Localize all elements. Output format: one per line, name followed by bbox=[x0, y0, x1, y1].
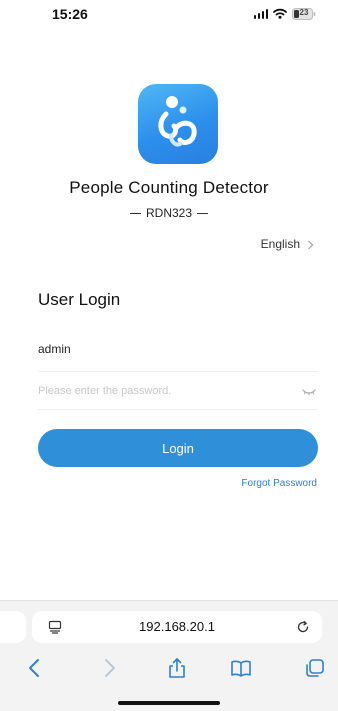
url-text: 192.168.20.1 bbox=[139, 619, 215, 634]
battery-level: 23 bbox=[299, 8, 309, 17]
signal-icon bbox=[253, 8, 268, 19]
language-selector[interactable]: English bbox=[260, 237, 314, 251]
share-icon[interactable] bbox=[166, 657, 188, 679]
dash-left bbox=[129, 212, 141, 214]
status-time: 15:26 bbox=[52, 6, 88, 22]
status-bar: 15:26 23 bbox=[0, 0, 338, 34]
username-input[interactable] bbox=[38, 338, 318, 356]
login-heading: User Login bbox=[38, 290, 121, 309]
forward-icon[interactable] bbox=[98, 657, 120, 679]
app-logo-icon bbox=[138, 84, 218, 164]
browser-toolbar bbox=[0, 657, 338, 681]
password-field bbox=[38, 376, 318, 410]
browser-bar: 192.168.20.1 bbox=[0, 600, 338, 711]
bookmarks-icon[interactable] bbox=[230, 657, 252, 679]
language-label: English bbox=[260, 237, 300, 251]
battery-icon: 23 bbox=[292, 7, 316, 20]
username-field bbox=[38, 338, 318, 372]
eye-closed-icon[interactable] bbox=[302, 388, 316, 396]
device-model-label: RDN323 bbox=[145, 206, 193, 220]
dash-right bbox=[197, 212, 209, 214]
wifi-icon bbox=[273, 8, 287, 19]
address-bar[interactable]: 192.168.20.1 bbox=[32, 611, 322, 643]
device-model: RDN323 bbox=[0, 206, 338, 220]
chevron-right-icon bbox=[304, 240, 314, 249]
status-icons: 23 bbox=[253, 7, 317, 20]
back-icon[interactable] bbox=[24, 657, 46, 679]
home-indicator bbox=[118, 701, 220, 705]
app-title: People Counting Detector bbox=[69, 178, 269, 197]
tabs-icon[interactable] bbox=[304, 657, 326, 679]
forgot-password-link[interactable]: Forgot Password bbox=[241, 478, 317, 489]
password-input[interactable] bbox=[38, 376, 288, 397]
reload-icon[interactable] bbox=[296, 620, 310, 634]
login-button[interactable]: Login bbox=[38, 429, 318, 467]
previous-tab-stub[interactable] bbox=[0, 611, 26, 643]
